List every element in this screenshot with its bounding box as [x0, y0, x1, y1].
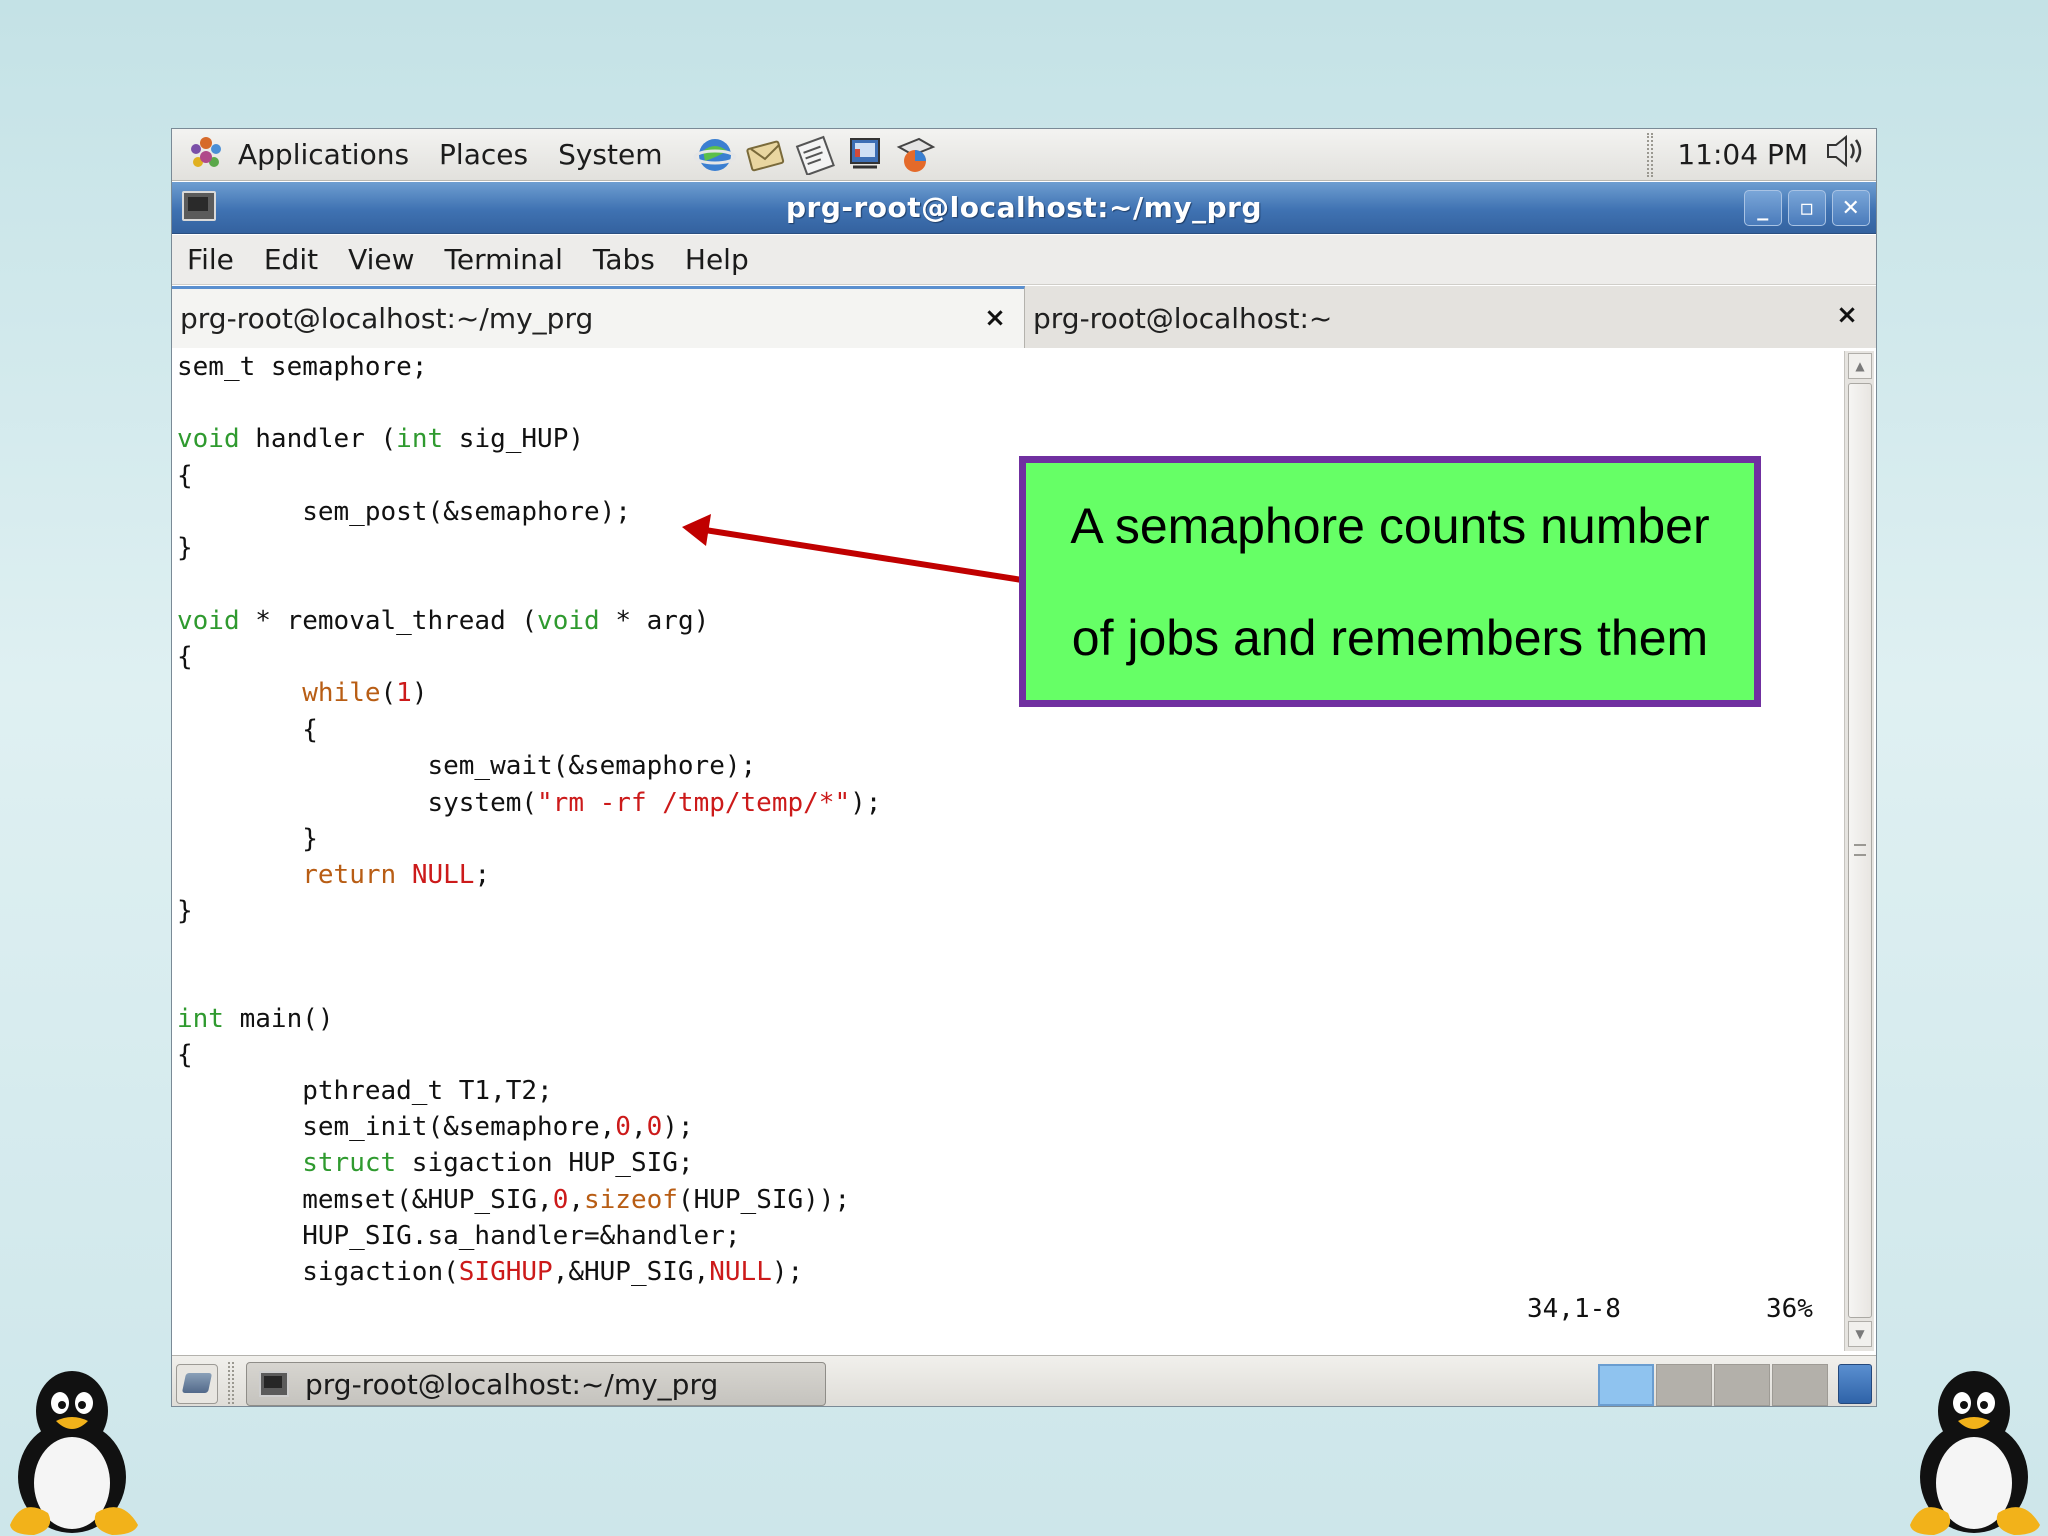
presentation-icon[interactable]	[843, 135, 887, 175]
code-line: pthread_t T1,T2;	[177, 1076, 553, 1106]
window-title: prg-root@localhost:~/my_prg	[785, 191, 1263, 224]
vertical-scrollbar[interactable]: ▲ ▼	[1844, 351, 1874, 1351]
window-controls: _ ▫ ✕	[1744, 190, 1870, 226]
taskbar-drag-handle[interactable]	[228, 1362, 234, 1404]
code-line: {	[177, 1040, 193, 1070]
bottom-panel: prg-root@localhost:~/my_prg	[172, 1355, 1876, 1406]
window-titlebar[interactable]: prg-root@localhost:~/my_prg _ ▫ ✕	[172, 182, 1876, 234]
desktop-screen: Applications Places System 11:04 PM prg-…	[171, 128, 1877, 1407]
code-line: sem_wait(&semaphore);	[177, 751, 757, 781]
menu-system[interactable]: System	[558, 138, 662, 171]
clock[interactable]: 11:04 PM	[1677, 138, 1808, 171]
code-line: while(1)	[302, 678, 428, 708]
code-line: return NULL;	[302, 860, 491, 890]
menu-places[interactable]: Places	[439, 138, 528, 171]
workspace-switcher	[1598, 1364, 1828, 1406]
code-line: int main()	[177, 1004, 334, 1034]
menu-tabs[interactable]: Tabs	[578, 243, 670, 276]
scroll-grip-icon	[1854, 844, 1866, 856]
volume-icon[interactable]	[1824, 131, 1868, 178]
tab-label: prg-root@localhost:~/my_prg	[180, 302, 594, 335]
code-line: {	[177, 642, 193, 672]
close-window-button[interactable]: ✕	[1832, 190, 1870, 226]
menu-terminal[interactable]: Terminal	[430, 243, 578, 276]
scrollbar-thumb[interactable]	[1848, 383, 1872, 1318]
code-line: sigaction(SIGHUP,&HUP_SIG,NULL);	[177, 1257, 804, 1287]
spreadsheet-icon[interactable]	[893, 135, 937, 175]
workspace-2[interactable]	[1656, 1364, 1712, 1406]
task-label: prg-root@localhost:~/my_prg	[305, 1367, 719, 1401]
terminal-task-icon	[259, 1371, 289, 1397]
cursor-position: 34,1-8	[1527, 1294, 1621, 1324]
minimize-button[interactable]: _	[1744, 190, 1782, 226]
code-line: {	[177, 461, 193, 491]
menu-applications[interactable]: Applications	[238, 138, 409, 171]
code-line: void * removal_thread (void * arg)	[177, 606, 710, 636]
code-line: {	[177, 715, 318, 745]
trash-icon[interactable]	[1838, 1364, 1872, 1404]
web-browser-icon[interactable]	[693, 135, 737, 175]
workspace-4[interactable]	[1772, 1364, 1828, 1406]
code-line: void handler (int sig_HUP)	[177, 424, 585, 454]
menu-edit[interactable]: Edit	[249, 243, 333, 276]
annotation-callout: A semaphore counts number of jobs and re…	[1019, 456, 1761, 707]
tux-penguin-icon	[1910, 1371, 2040, 1535]
panel-tray: 11:04 PM	[1647, 131, 1876, 178]
code-line: sem_init(&semaphore,0,0);	[177, 1112, 694, 1142]
callout-line-1: A semaphore counts number	[1070, 497, 1710, 554]
scroll-up-arrow-icon[interactable]: ▲	[1848, 353, 1872, 379]
menu-help[interactable]: Help	[670, 243, 764, 276]
code-line: struct sigaction HUP_SIG;	[302, 1148, 694, 1178]
tab-bar: prg-root@localhost:~/my_prg × prg-root@l…	[172, 286, 1876, 348]
code-line: sem_t semaphore;	[177, 352, 428, 382]
scroll-percent: 36%	[1766, 1294, 1813, 1324]
code-line: sem_post(&semaphore);	[177, 497, 631, 527]
tab-close-icon[interactable]: ×	[980, 303, 1010, 333]
tab-my-prg[interactable]: prg-root@localhost:~/my_prg ×	[172, 286, 1025, 348]
code-line: memset(&HUP_SIG,0,sizeof(HUP_SIG));	[177, 1185, 851, 1215]
workspace-1[interactable]	[1598, 1364, 1654, 1406]
show-desktop-icon[interactable]	[176, 1364, 218, 1404]
gnome-foot-icon[interactable]	[186, 135, 226, 175]
callout-line-2: of jobs and remembers them	[1071, 609, 1709, 666]
code-line: }	[177, 533, 193, 563]
menu-view[interactable]: View	[333, 243, 429, 276]
workspace-3[interactable]	[1714, 1364, 1770, 1406]
terminal-window-icon[interactable]	[182, 191, 216, 221]
maximize-button[interactable]: ▫	[1788, 190, 1826, 226]
menubar: File Edit View Terminal Tabs Help	[172, 235, 1876, 285]
text-document-icon[interactable]	[793, 135, 837, 176]
code-line: }	[177, 824, 318, 854]
code-line: HUP_SIG.sa_handler=&handler;	[177, 1221, 741, 1251]
tab-close-icon[interactable]: ×	[1832, 300, 1862, 330]
taskbar-window-button[interactable]: prg-root@localhost:~/my_prg	[246, 1362, 826, 1406]
code-line: system("rm -rf /tmp/temp/*");	[177, 788, 882, 818]
panel-drag-handle[interactable]	[1647, 132, 1654, 177]
scroll-down-arrow-icon[interactable]: ▼	[1848, 1321, 1872, 1347]
menu-file[interactable]: File	[172, 243, 249, 276]
launcher-group	[693, 135, 937, 176]
code-line: }	[177, 896, 193, 926]
tux-penguin-icon	[10, 1371, 138, 1535]
email-client-icon[interactable]	[743, 135, 787, 175]
tab-home[interactable]: prg-root@localhost:~ ×	[1025, 286, 1876, 348]
top-panel: Applications Places System 11:04 PM	[172, 129, 1876, 181]
tab-label: prg-root@localhost:~	[1033, 301, 1333, 335]
